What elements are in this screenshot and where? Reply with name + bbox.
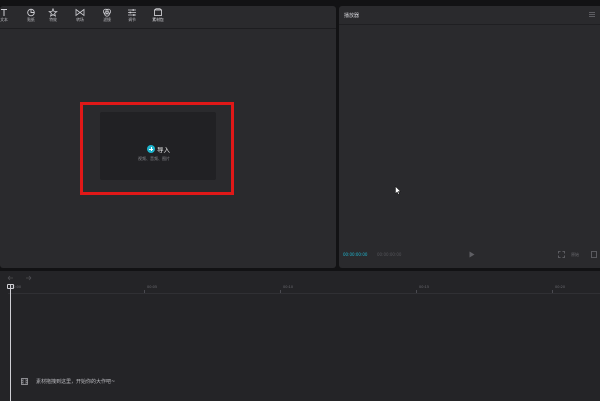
tab-text[interactable]: 文本 [0,8,17,26]
timeline-empty-hint: 素材拖拽到这里，开始你的大作吧~ [36,379,116,385]
transition-icon [75,8,85,17]
tick-label: 00:10 [283,285,294,289]
ruler-baseline [8,293,600,294]
film-strip-icon [21,378,28,385]
play-icon[interactable] [469,251,475,258]
player-header-divider [339,24,600,25]
material-pack-icon [154,8,162,16]
time-ruler[interactable]: 00:00 00:05 00:10 00:15 00:20 [8,285,600,293]
filter-icon [102,8,111,17]
tab-adjust-label: 调节 [128,17,136,22]
tab-adjust[interactable]: 调节 [119,8,145,26]
tick-label: 00:20 [555,285,566,289]
menu-icon[interactable] [589,12,595,17]
asset-toolbar: 文本 贴纸 特效 转场 滤镜 调节 素材包 [0,6,336,28]
media-panel: 文本 贴纸 特效 转场 滤镜 调节 素材包 导入 视频、音频、图片 [0,6,336,268]
playhead-line[interactable] [10,285,11,401]
total-duration: 00:00:00:00 [377,252,402,257]
tick-label: 00:05 [147,285,158,289]
sticker-icon [27,8,35,17]
adjust-icon [128,9,136,16]
toolbar-divider [0,28,336,29]
undo-icon[interactable] [7,275,14,281]
fullscreen-icon[interactable] [558,251,565,258]
player-panel: 播放器 00:00:00:00 00:00:00:00 原始 [339,6,600,268]
mouse-cursor-icon [395,186,401,195]
timeline-panel: 00:00 00:05 00:10 00:15 00:20 素材拖拽到这里，开始… [0,271,600,401]
tick-label: 00:15 [419,285,430,289]
tab-filter-label: 滤镜 [103,17,111,22]
current-timecode: 00:00:00:00 [343,252,368,257]
editor-window: 文本 贴纸 特效 转场 滤镜 调节 素材包 导入 视频、音频、图片 播放器 00… [0,0,600,401]
highlight-annotation-box [80,102,234,195]
tab-text-label: 文本 [0,17,8,22]
tab-effects-label: 特效 [49,17,57,22]
player-title: 播放器 [344,13,360,19]
effects-icon [48,8,58,17]
tab-filter[interactable]: 滤镜 [94,8,120,26]
aspect-ratio-button[interactable]: 原始 [571,252,579,258]
redo-icon[interactable] [25,275,32,281]
tab-material-pack[interactable]: 素材包 [145,8,171,26]
text-icon [1,9,7,16]
tab-transition-label: 转场 [76,17,84,22]
tab-transition[interactable]: 转场 [67,8,93,26]
tab-material-pack-label: 素材包 [152,17,164,22]
tab-effects[interactable]: 特效 [40,8,66,26]
expand-icon[interactable] [591,251,597,258]
